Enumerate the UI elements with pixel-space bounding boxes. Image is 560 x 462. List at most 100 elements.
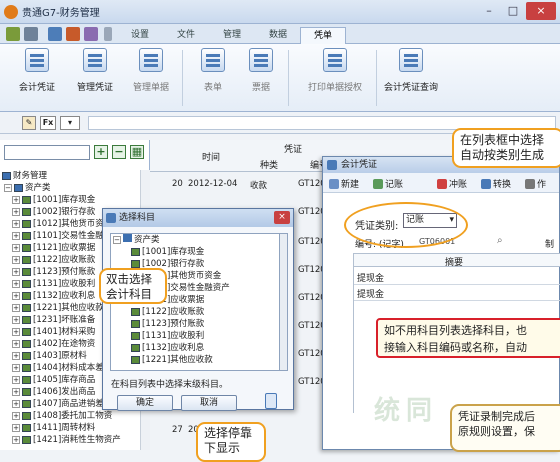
dialog-tree-item[interactable]: [1221]其他应收款 — [111, 354, 279, 366]
tab-manage[interactable]: 管理 — [214, 27, 250, 44]
ok-button[interactable]: 确定 — [117, 395, 173, 411]
dialog-tree-item-label: [1001]库存现金 — [142, 247, 205, 257]
expand-icon[interactable]: + — [12, 387, 20, 396]
more-icon — [525, 179, 535, 189]
add-icon[interactable]: + — [94, 145, 108, 159]
expand-icon[interactable]: + — [12, 219, 20, 228]
accounting-voucher-button[interactable]: 会计凭证 — [14, 48, 60, 93]
dock-icon[interactable] — [265, 393, 277, 409]
callout-direct-input: 如不用科目列表选择科目，也 接输入科目编码或名称，自动 — [376, 318, 560, 358]
expand-icon[interactable]: + — [12, 339, 20, 348]
tab-settings[interactable]: 设置 — [122, 27, 158, 44]
expand-icon[interactable]: + — [12, 279, 20, 288]
voucher-row[interactable]: 提现金 — [353, 285, 560, 301]
reverse-icon — [437, 179, 447, 189]
expand-icon[interactable]: + — [12, 411, 20, 420]
remove-icon[interactable]: − — [112, 145, 126, 159]
tree-item-label: [1408]委托加工物资 — [33, 411, 113, 421]
close-button[interactable]: × — [526, 2, 556, 20]
tree-search-input[interactable] — [4, 145, 90, 160]
edit-pencil-icon[interactable]: ✎ — [22, 116, 36, 130]
account-icon — [22, 327, 31, 336]
account-icon — [131, 343, 140, 352]
management-document-button[interactable]: 管理单据 — [128, 48, 174, 93]
expand-icon[interactable]: + — [12, 375, 20, 384]
expand-icon[interactable]: + — [12, 399, 20, 408]
reverse-button[interactable]: 冲账 — [437, 177, 467, 190]
accounting-voucher-label: 会计凭证 — [18, 83, 55, 93]
expand-icon[interactable]: + — [12, 351, 20, 360]
expand-icon[interactable]: + — [12, 327, 20, 336]
dialog-tree-item[interactable]: [1123]预付账款 — [111, 318, 279, 330]
expand-icon[interactable]: + — [12, 303, 20, 312]
tab-data[interactable]: 数据 — [260, 27, 296, 44]
tab-file[interactable]: 文件 — [168, 27, 204, 44]
collapse-icon[interactable]: − — [4, 183, 12, 192]
account-icon — [22, 423, 31, 432]
expand-icon[interactable]: + — [12, 363, 20, 372]
formula-dropdown[interactable]: ▾ — [60, 116, 80, 130]
delete-icon[interactable] — [66, 27, 80, 41]
voucher-row[interactable]: 提现金 — [353, 269, 560, 285]
form-button[interactable]: 表单 — [196, 48, 230, 93]
app-logo-icon — [4, 4, 18, 19]
maximize-button[interactable]: □ — [502, 2, 524, 20]
tree-group[interactable]: − 资产类 — [2, 182, 142, 194]
more-button[interactable]: 作 — [525, 177, 546, 190]
query-icon — [399, 48, 423, 72]
grid-icon[interactable]: ▦ — [130, 145, 144, 159]
print-auth-button[interactable]: 打印单据授权 — [300, 48, 370, 93]
expand-icon[interactable]: + — [12, 207, 20, 216]
tools-icon[interactable] — [24, 27, 38, 41]
edit-icon[interactable] — [84, 27, 98, 41]
dropdown-arrow-icon[interactable] — [104, 27, 112, 41]
tree-item[interactable]: + [1001]库存现金 — [2, 194, 142, 206]
account-icon — [22, 411, 31, 420]
expand-icon[interactable]: + — [12, 255, 20, 264]
dialog-close-button[interactable]: × — [274, 211, 290, 224]
voucher-query-button[interactable]: 会计凭证查询 — [380, 48, 442, 93]
search-icon[interactable]: ⌕ — [497, 235, 503, 246]
post-button[interactable]: 记账 — [373, 177, 403, 190]
dialog-tree-group[interactable]: − 资产类 — [111, 234, 279, 246]
tree-item-label: [1221]其他应收款 — [33, 303, 104, 313]
expand-icon[interactable]: + — [12, 195, 20, 204]
account-icon — [22, 435, 31, 444]
new-label: 新建 — [341, 180, 360, 190]
ledger-icon — [2, 171, 11, 180]
ribbon-tab-bar: 设置 文件 管理 数据 凭单 — [0, 24, 560, 44]
dialog-tree-item[interactable]: [1132]应收利息 — [111, 342, 279, 354]
new-button[interactable]: 新建 — [329, 177, 359, 190]
expand-icon[interactable]: + — [12, 267, 20, 276]
tree-item[interactable]: + [1411]周转材料 — [2, 422, 142, 434]
tree-item[interactable]: + [1421]消耗性生物资产 — [2, 434, 142, 446]
dialog-tree-scrollbar[interactable] — [280, 233, 288, 371]
tree-item[interactable]: + [1408]委托加工物资 — [2, 410, 142, 422]
save-icon[interactable] — [48, 27, 62, 41]
expand-icon[interactable]: + — [12, 315, 20, 324]
table-row[interactable]: 20 2012-12-04 收款 GT120 — [150, 174, 340, 196]
management-voucher-button[interactable]: 管理凭证 — [72, 48, 118, 93]
tree-item-label: [1001]库存现金 — [33, 195, 96, 205]
collapse-icon[interactable]: − — [113, 236, 121, 244]
dialog-tree-item[interactable]: [1001]库存现金 — [111, 246, 279, 258]
convert-button[interactable]: 转换 — [481, 177, 511, 190]
expand-icon[interactable]: + — [12, 291, 20, 300]
expand-icon[interactable]: + — [12, 243, 20, 252]
ticket-button[interactable]: 票据 — [244, 48, 278, 93]
tab-voucher[interactable]: 凭单 — [300, 27, 346, 44]
expand-icon[interactable]: + — [12, 423, 20, 432]
expand-icon[interactable]: + — [12, 435, 20, 444]
expand-icon[interactable]: + — [12, 231, 20, 240]
tree-root[interactable]: 财务管理 — [2, 170, 142, 182]
tree-item-label: [1407]商品进销差价 — [33, 399, 113, 409]
fx-button[interactable]: Fx — [40, 116, 56, 130]
preparer-label: 制 — [545, 240, 555, 250]
home-icon[interactable] — [6, 27, 20, 41]
minimize-button[interactable]: – — [478, 2, 500, 20]
dialog-tree-item[interactable]: [1122]应收账款 — [111, 306, 279, 318]
account-icon — [22, 375, 31, 384]
cancel-button[interactable]: 取消 — [181, 395, 237, 411]
dialog-tree-item[interactable]: [1131]应收股利 — [111, 330, 279, 342]
dialog-hint: 在科目列表中选择末级科目。 — [111, 380, 229, 390]
